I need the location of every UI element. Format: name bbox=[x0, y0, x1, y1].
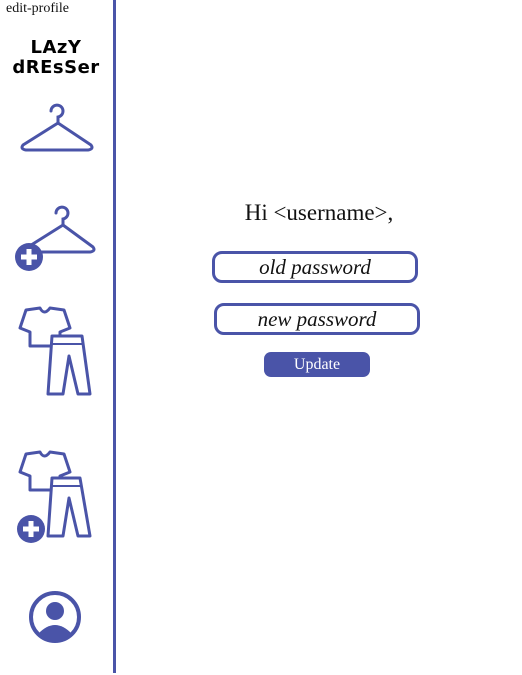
update-button[interactable]: Update bbox=[264, 352, 370, 377]
app-logo: LAzY dREsSer bbox=[0, 38, 112, 78]
add-hanger-icon[interactable] bbox=[12, 202, 96, 272]
page-label: edit-profile bbox=[6, 1, 69, 16]
logo-line-1: LAzY bbox=[30, 37, 82, 58]
profile-icon[interactable] bbox=[28, 590, 84, 646]
greeting-text: Hi <username>, bbox=[244, 200, 394, 225]
logo-line-2: dREsSer bbox=[12, 57, 100, 78]
new-password-field[interactable] bbox=[214, 303, 420, 335]
add-outfit-icon[interactable] bbox=[14, 450, 94, 546]
hanger-icon[interactable] bbox=[18, 100, 96, 156]
old-password-field[interactable] bbox=[212, 251, 418, 283]
outfit-icon[interactable] bbox=[18, 306, 94, 398]
edit-profile-panel: Hi <username>, Update bbox=[116, 0, 522, 675]
